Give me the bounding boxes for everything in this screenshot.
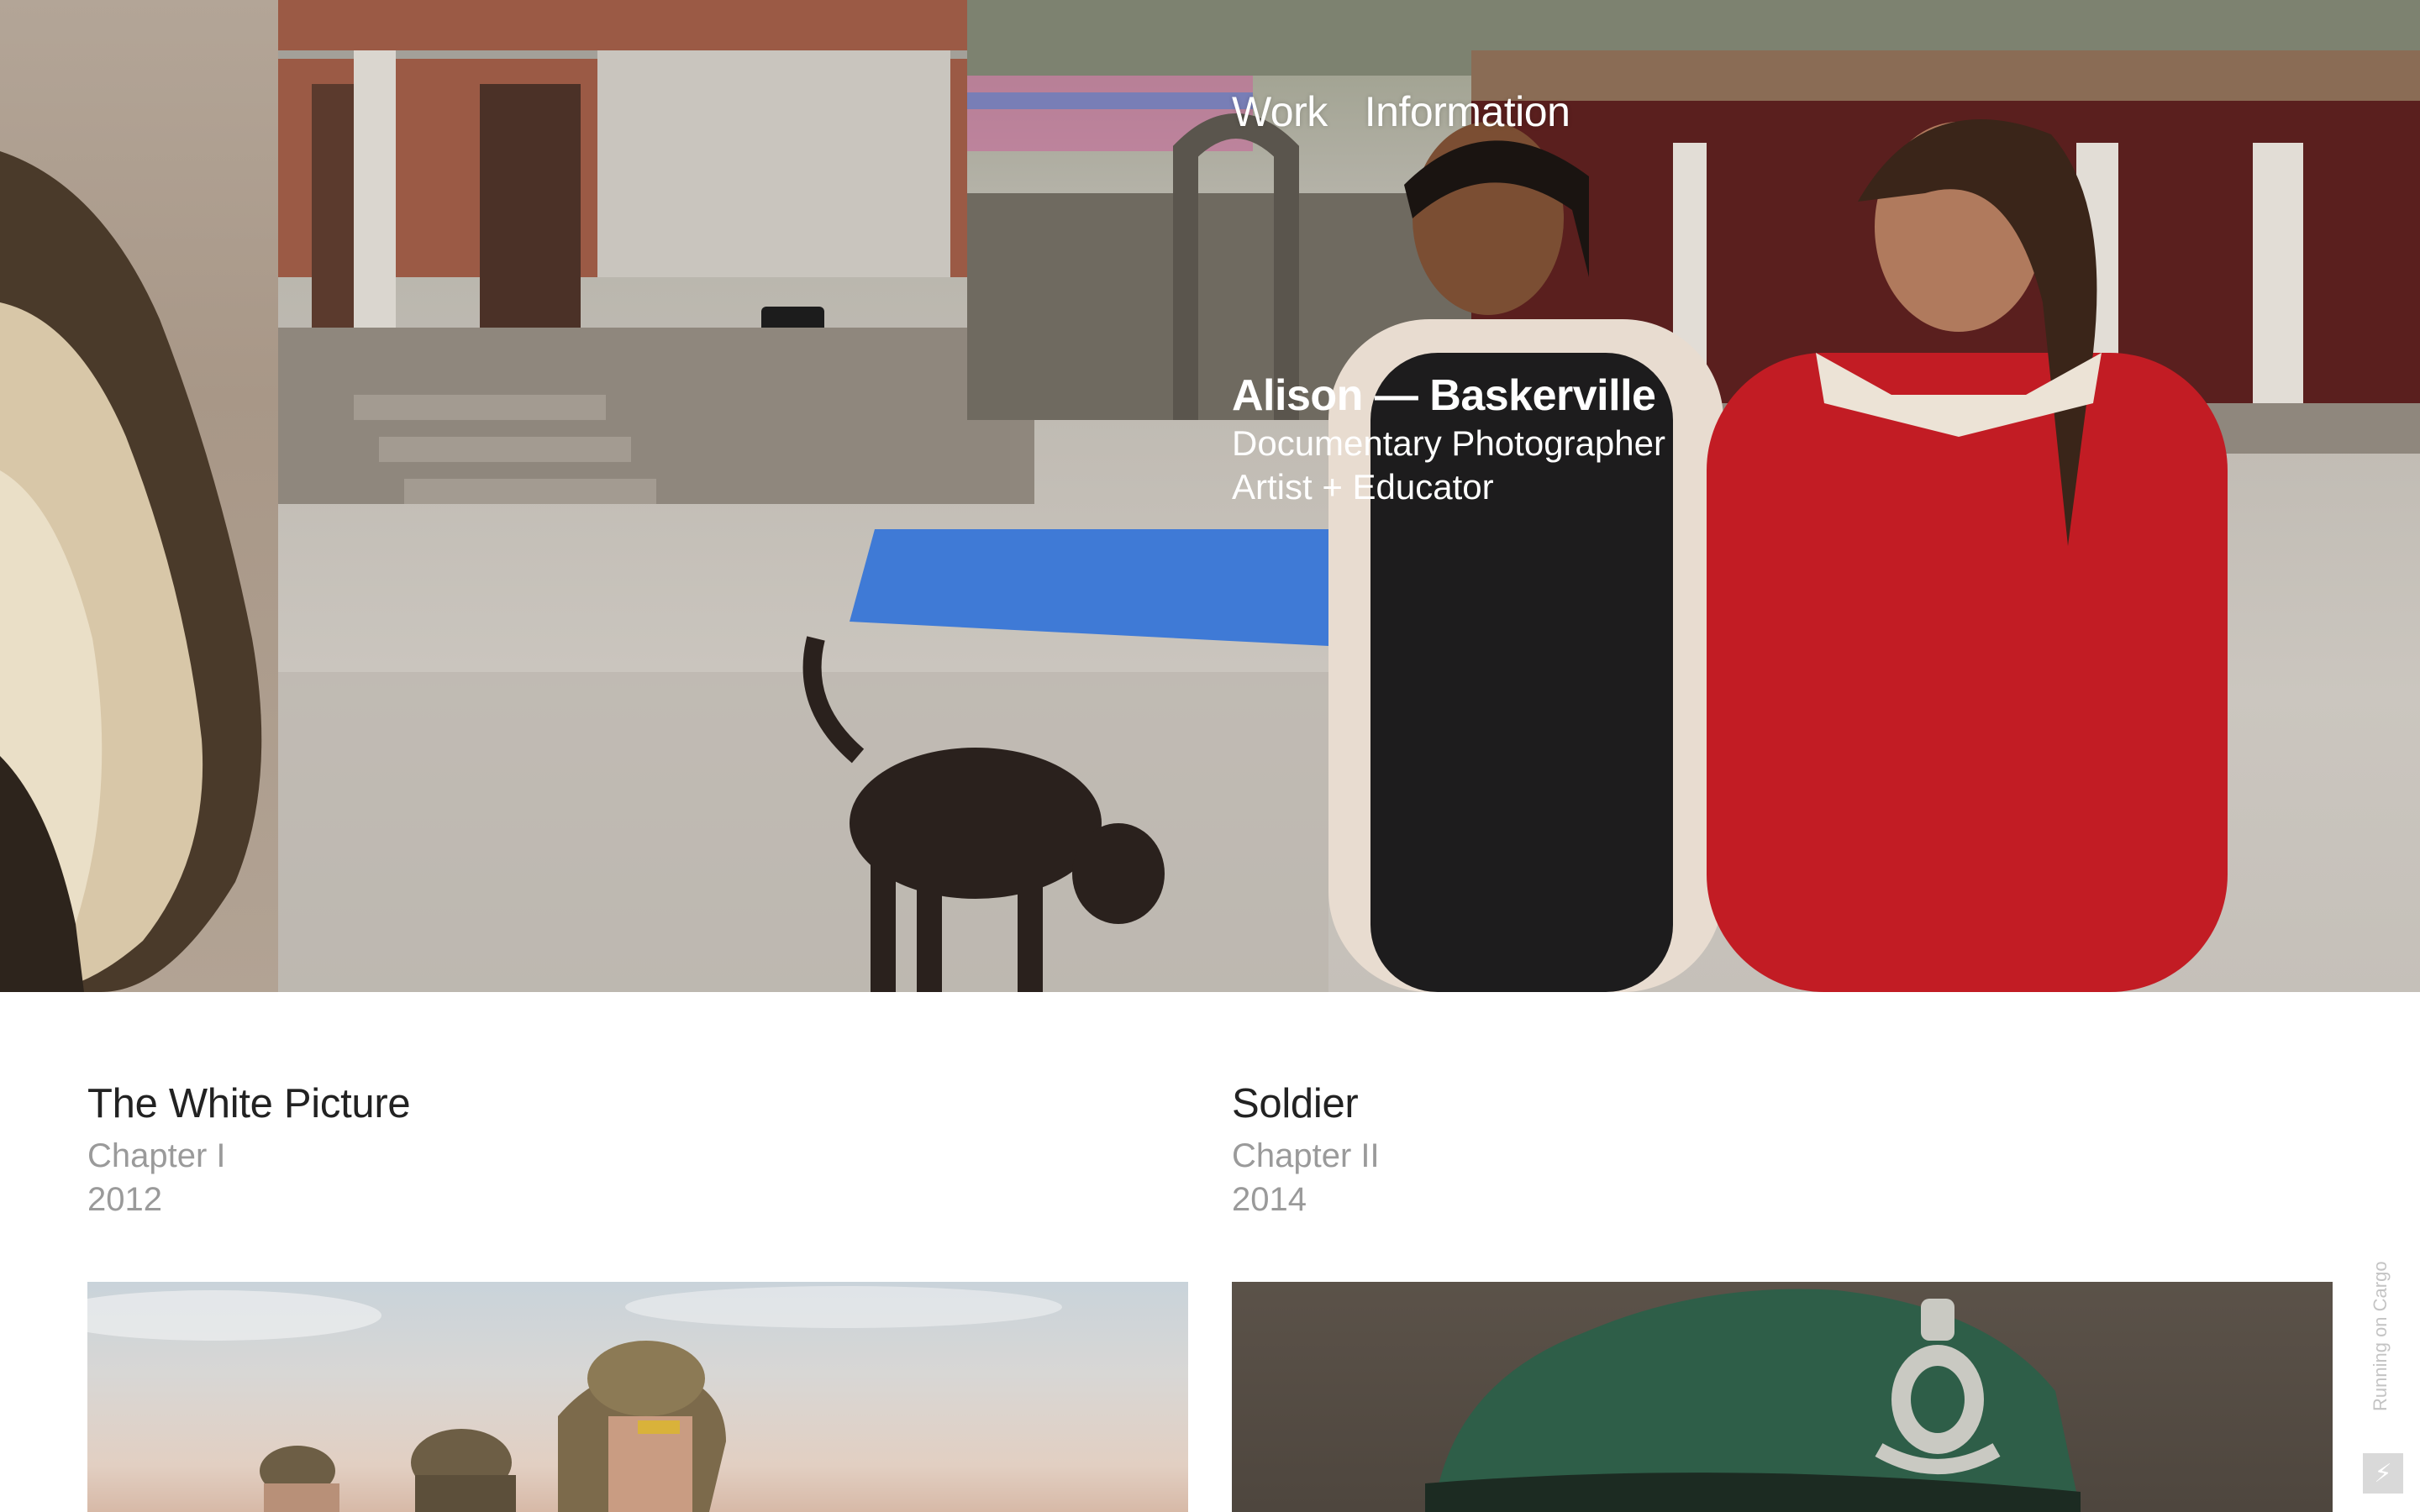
soldiers-photo	[87, 1286, 1062, 1512]
site-title[interactable]: Alison — Baskerville	[1232, 370, 1665, 422]
running-on-cargo-label[interactable]: Running on Cargo	[2370, 1261, 2391, 1411]
lightning-icon[interactable]: ⚡	[2363, 1453, 2403, 1494]
animal-fur-image	[0, 151, 262, 992]
beret-photo	[1425, 1289, 2081, 1512]
project-chapter: Chapter II	[1232, 1137, 1380, 1174]
project-title[interactable]: Soldier	[1232, 1080, 1359, 1127]
hero-previous-image[interactable]	[0, 0, 278, 992]
project-thumbnail[interactable]	[87, 1282, 1188, 1512]
project-chapter: Chapter I	[87, 1137, 226, 1174]
project-year: 2012	[87, 1181, 162, 1218]
site-subtitle-roles: Artist + Educator	[1232, 467, 1494, 507]
nav-information-link[interactable]: Information	[1365, 87, 1570, 136]
nav-work-link[interactable]: Work	[1232, 87, 1328, 136]
hero-current-image[interactable]: Work Information Alison — Baskerville Do…	[278, 0, 2420, 992]
site-subtitle-profession: Documentary Photographer	[1232, 423, 1665, 463]
hero-slideshow[interactable]: Work Information Alison — Baskerville Do…	[0, 0, 2420, 992]
project-thumbnail[interactable]	[1232, 1282, 2333, 1512]
main-nav: Work Information	[1232, 87, 1570, 136]
page: Work Information Alison — Baskerville Do…	[0, 0, 2420, 1512]
project-title[interactable]: The White Picture	[87, 1080, 411, 1127]
project-year: 2014	[1232, 1181, 1307, 1218]
site-identity: Alison — Baskerville Documentary Photogr…	[1232, 370, 1665, 509]
